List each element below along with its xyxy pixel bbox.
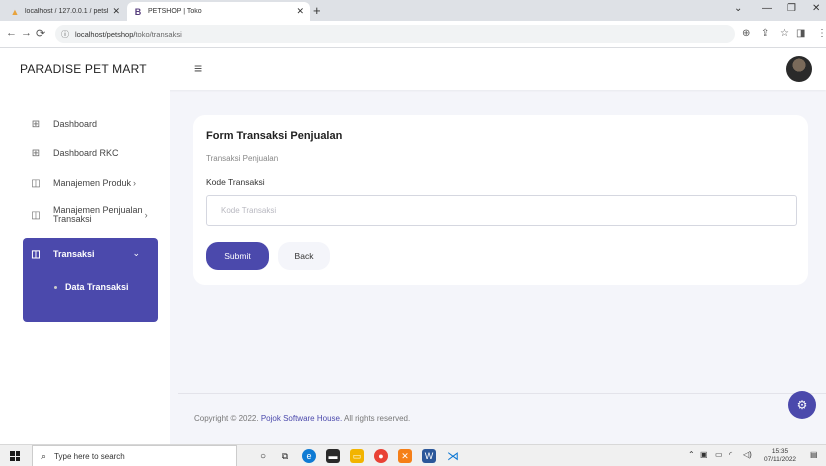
footer-company-link[interactable]: Pojok Software House. <box>261 414 342 423</box>
sidebar-item-label-line2: Transaksi <box>53 214 92 224</box>
kode-transaksi-label: Kode Transaksi <box>206 177 265 187</box>
wifi-icon[interactable]: ◜ <box>729 450 732 459</box>
form-title: Form Transaksi Penjualan <box>206 130 343 142</box>
notification-icon[interactable]: ▤ <box>810 450 818 459</box>
cortana-icon[interactable]: ○ <box>256 449 270 463</box>
browser-tab-petshop[interactable]: B PETSHOP | Toko ✕ <box>127 2 310 21</box>
volume-icon[interactable]: ◁) <box>743 450 752 459</box>
footer-prefix: Copyright © 2022. <box>194 414 261 423</box>
url-host: localhost/petshop/ <box>75 29 136 39</box>
sidebar-item-label: Dashboard RKC <box>53 148 119 158</box>
sidebar-item-transaksi[interactable]: ◫ Transaksi ⌄ Data Transaksi <box>23 238 158 322</box>
sidebar-item-dashboard-rkc[interactable]: ⊞ Dashboard RKC <box>30 147 119 159</box>
close-window-icon[interactable]: ✕ <box>812 3 820 14</box>
tab-title: PETSHOP | Toko <box>148 8 202 15</box>
file-explorer-icon[interactable]: ▭ <box>350 449 364 463</box>
grid-icon: ⊞ <box>31 147 41 159</box>
taskbar-search-box[interactable]: ⌕ Type here to search <box>32 445 237 466</box>
forward-arrow-icon[interactable]: → <box>21 27 32 39</box>
vscode-icon[interactable]: ⋊ <box>446 449 460 463</box>
reload-icon[interactable]: ⟳ <box>36 27 45 40</box>
minimize-icon[interactable]: — <box>762 3 772 14</box>
clock-time: 15:35 <box>771 448 789 455</box>
xampp-icon[interactable]: ✕ <box>398 449 412 463</box>
edge-browser-icon[interactable]: e <box>302 449 316 463</box>
new-tab-icon[interactable]: + <box>313 3 321 18</box>
bootstrap-icon: B <box>134 6 142 17</box>
transaction-form-card: Form Transaksi Penjualan Transaksi Penju… <box>193 115 808 285</box>
sidebar-item-dashboard[interactable]: ⊞ Dashboard <box>30 118 97 130</box>
battery-icon[interactable]: ▭ <box>715 450 723 459</box>
footer-divider <box>178 393 826 394</box>
sidebar-active-header[interactable]: ◫ Transaksi <box>30 248 95 260</box>
zoom-icon[interactable]: ⊕ <box>742 28 750 39</box>
sidebar-item-label: Manajemen Produk <box>53 178 132 188</box>
chevron-down-icon[interactable]: ⌄ <box>132 248 140 259</box>
sidebar-item-manajemen-produk[interactable]: ◫ Manajemen Produk › <box>30 177 136 189</box>
footer-suffix: All rights reserved. <box>342 414 411 423</box>
chrome-icon[interactable]: ● <box>374 449 388 463</box>
tray-chevron-icon[interactable]: ⌃ <box>688 450 695 459</box>
clock-date: 07/11/2022 <box>764 456 797 463</box>
share-icon[interactable]: ⇪ <box>761 28 769 39</box>
sidebar-subitem-data-transaksi[interactable]: Data Transaksi <box>54 282 129 292</box>
submit-button[interactable]: Submit <box>206 242 269 270</box>
window-icon: ◫ <box>31 248 41 260</box>
menu-dots-icon[interactable]: ⋮ <box>817 28 826 39</box>
word-icon[interactable]: W <box>422 449 436 463</box>
tab-search-icon[interactable]: ⌄ <box>734 3 742 14</box>
sidebar: ⊞ Dashboard ⊞ Dashboard RKC ◫ Manajemen … <box>0 90 170 444</box>
chevron-right-icon: › <box>133 178 137 188</box>
sidepanel-icon[interactable]: ◨ <box>796 28 805 39</box>
close-tab-icon[interactable]: ✕ <box>296 6 304 17</box>
maximize-icon[interactable]: ❐ <box>787 3 796 14</box>
sidebar-subitem-label: Data Transaksi <box>65 282 129 292</box>
grid-icon: ⊞ <box>31 118 41 130</box>
user-avatar[interactable] <box>786 56 812 82</box>
footer-copyright: Copyright © 2022. Pojok Software House. … <box>194 414 410 423</box>
task-view-icon[interactable]: ⧉ <box>278 449 292 463</box>
tab-title: localhost / 127.0.0.1 / petshop | p <box>25 8 108 15</box>
close-tab-icon[interactable]: ✕ <box>112 6 120 17</box>
address-toolbar: ← → ⟳ ⓘ localhost/petshop/toko/transaksi… <box>0 21 826 48</box>
bullet-icon <box>54 285 57 289</box>
store-icon[interactable]: ▬ <box>326 449 340 463</box>
app-header: PARADISE PET MART ≡ <box>0 48 826 90</box>
bookmark-star-icon[interactable]: ☆ <box>780 28 789 39</box>
browser-tab-phpmyadmin[interactable]: ▲ localhost / 127.0.0.1 / petshop | p ✕ <box>4 2 126 21</box>
search-icon: ⌕ <box>41 450 47 461</box>
back-arrow-icon[interactable]: ← <box>6 27 17 39</box>
url-path: toko/transaksi <box>135 29 182 39</box>
sidebar-item-label: Dashboard <box>53 119 98 129</box>
brand-logo-text[interactable]: PARADISE PET MART <box>20 62 147 76</box>
url-bar[interactable]: ⓘ localhost/petshop/toko/transaksi <box>55 25 735 43</box>
hamburger-menu-icon[interactable]: ≡ <box>194 60 202 76</box>
sidebar-item-manajemen-penjualan[interactable]: ◫ Manajemen Penjualan Transaksi › <box>30 206 148 224</box>
taskbar-clock[interactable]: 15:35 07/11/2022 <box>764 448 796 464</box>
tray-app-icon[interactable]: ▣ <box>700 450 708 459</box>
phpmyadmin-icon: ▲ <box>10 6 20 17</box>
settings-gear-icon[interactable]: ⚙ <box>788 391 816 419</box>
info-icon[interactable]: ⓘ <box>61 29 69 40</box>
window-icon: ◫ <box>31 177 41 189</box>
back-button[interactable]: Back <box>278 242 330 270</box>
windows-taskbar: ⌕ Type here to search ○ ⧉ e ▬ ▭ ● ✕ W ⋊ … <box>0 444 826 466</box>
chevron-right-icon: › <box>144 210 148 220</box>
taskbar-search-placeholder: Type here to search <box>54 451 125 461</box>
browser-tab-strip: ▲ localhost / 127.0.0.1 / petshop | p ✕ … <box>0 0 826 21</box>
kode-transaksi-input[interactable] <box>206 195 797 226</box>
form-description: Transaksi Penjualan <box>206 154 279 163</box>
windows-start-icon[interactable] <box>10 451 20 461</box>
sidebar-item-label: Transaksi <box>53 249 95 259</box>
window-icon: ◫ <box>31 209 41 221</box>
sidebar-item-label: Manajemen Penjualan Transaksi <box>53 206 143 224</box>
